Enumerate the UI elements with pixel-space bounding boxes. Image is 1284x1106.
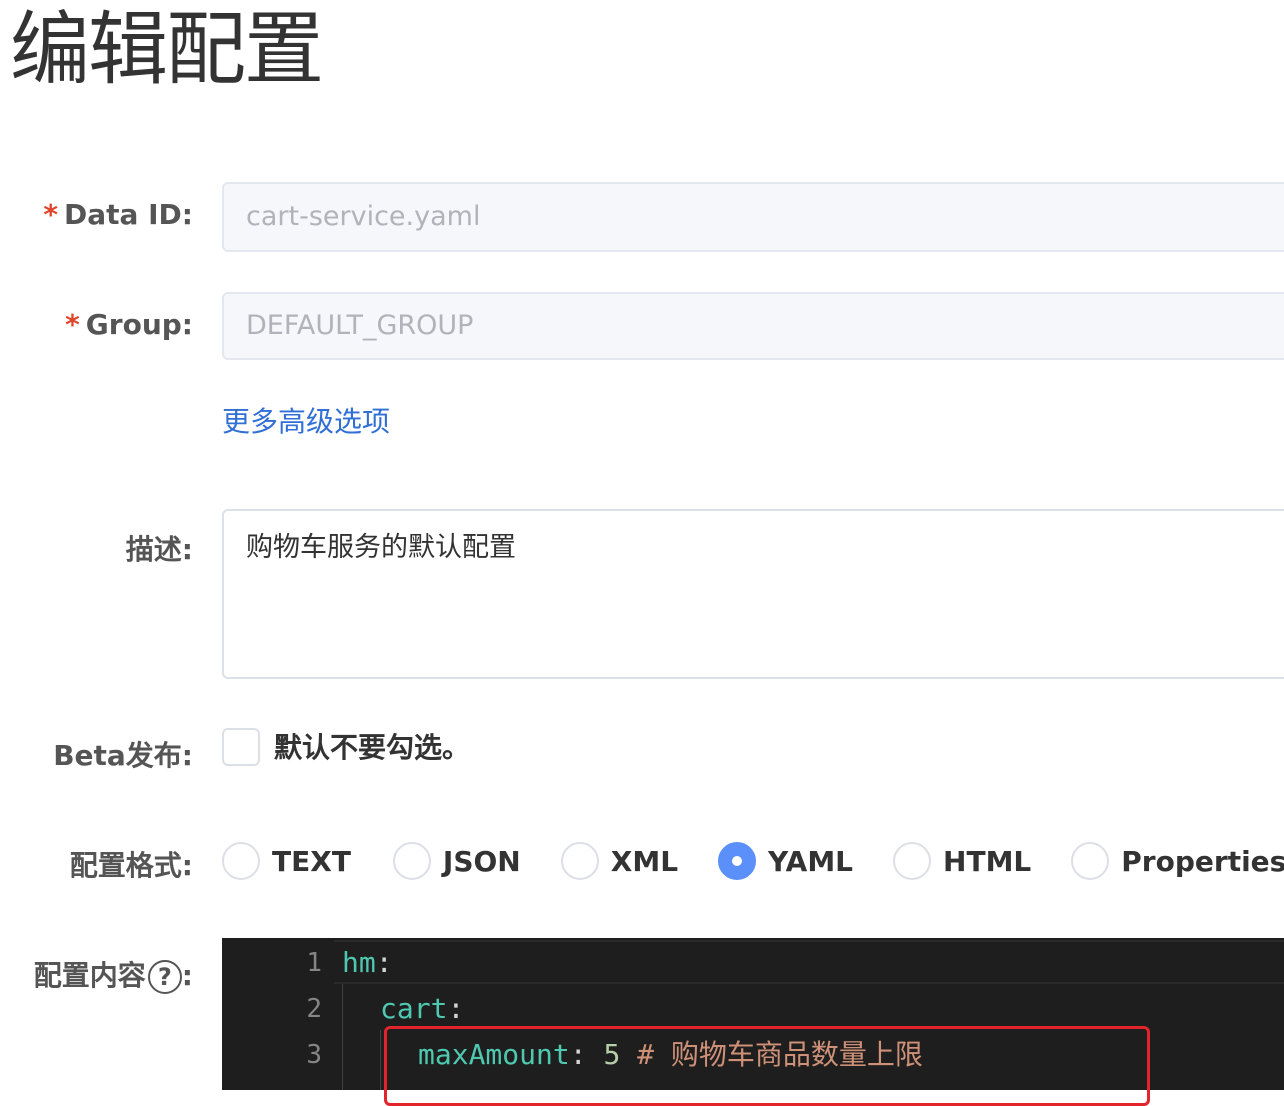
group-input[interactable]: DEFAULT_GROUP: [222, 292, 1284, 360]
required-star: *: [65, 308, 80, 341]
current-line-highlight: [334, 940, 1284, 984]
format-option-html[interactable]: HTML: [893, 842, 1031, 880]
beta-checkbox[interactable]: [222, 728, 260, 766]
format-option-yaml[interactable]: YAML: [718, 842, 853, 880]
format-option-text[interactable]: TEXT: [222, 842, 351, 880]
format-option-json[interactable]: JSON: [392, 842, 521, 880]
format-option-properties[interactable]: Properties: [1071, 842, 1284, 880]
code-line-1: hm:: [342, 946, 393, 979]
format-label: 配置格式:: [69, 849, 193, 882]
data-id-label: * Data ID:: [43, 198, 193, 231]
description-textarea[interactable]: 购物车服务的默认配置: [222, 509, 1284, 679]
group-label: * Group:: [65, 308, 193, 341]
format-radio-group: TEXT JSON XML YAML HTML Properties: [222, 840, 1284, 882]
description-label: 描述:: [125, 533, 193, 566]
content-label: 配置内容?:: [33, 959, 193, 994]
radio-circle[interactable]: [893, 842, 932, 880]
description-value: 购物车服务的默认配置: [246, 532, 516, 563]
radio-circle-selected[interactable]: [718, 842, 757, 880]
line-number: 3: [306, 1040, 322, 1070]
help-icon[interactable]: ?: [147, 960, 182, 994]
group-value: DEFAULT_GROUP: [246, 310, 474, 341]
indent-guide: [380, 1030, 381, 1090]
radio-circle[interactable]: [1071, 842, 1110, 880]
required-star: *: [43, 198, 58, 231]
more-advanced-options-link[interactable]: 更多高级选项: [222, 400, 390, 440]
line-number-gutter: 1 2 3: [222, 938, 334, 1090]
beta-label: Beta发布:: [53, 739, 193, 772]
beta-hint: 默认不要勾选。: [274, 731, 471, 764]
format-option-xml[interactable]: XML: [560, 842, 678, 880]
radio-circle[interactable]: [392, 842, 431, 880]
page-title: 编辑配置: [10, 3, 324, 96]
indent-guide: [342, 984, 343, 1090]
line-number: 2: [306, 994, 322, 1024]
highlight-annotation-box: [384, 1026, 1150, 1106]
radio-circle[interactable]: [560, 842, 599, 880]
radio-circle[interactable]: [222, 842, 260, 880]
data-id-value: cart-service.yaml: [246, 201, 481, 232]
line-number: 1: [306, 948, 322, 978]
data-id-input[interactable]: cart-service.yaml: [222, 182, 1284, 252]
